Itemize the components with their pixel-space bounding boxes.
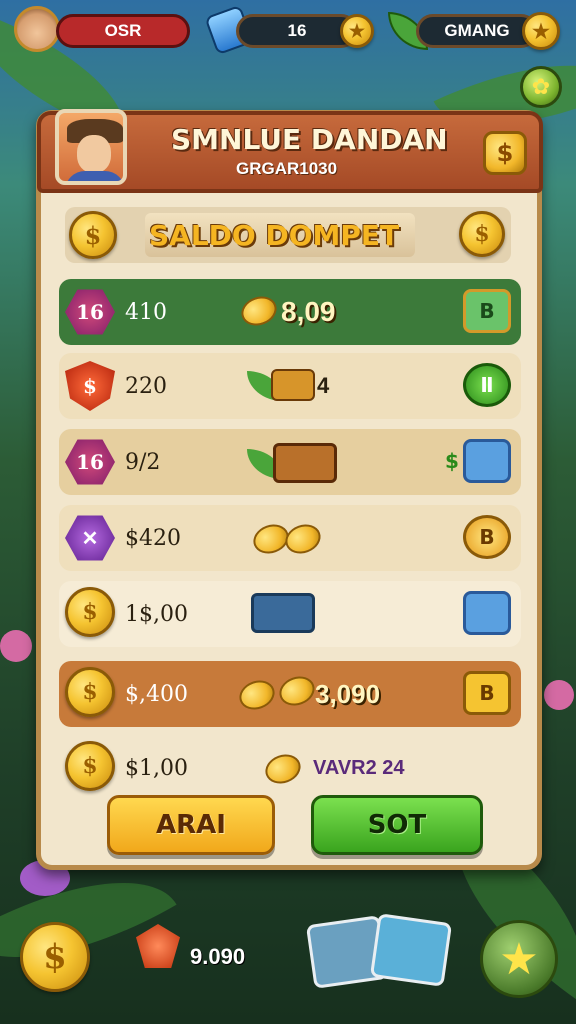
row-icon-label: B (479, 299, 495, 323)
wallet-row[interactable]: $ $,400 3,090 B (59, 661, 521, 727)
row-amount: $1,00 (125, 755, 188, 781)
coin-icon (261, 749, 305, 789)
profile-picture[interactable] (55, 109, 127, 185)
row-amount: 9/2 (125, 449, 161, 475)
purple-hex-badge: 16 (65, 289, 115, 335)
blue-chest-icon (251, 593, 315, 633)
panel-header: SMNLUE DANDAN GRGAR1030 $ (37, 109, 543, 193)
face-graphic (77, 135, 111, 173)
treasure-chest-icon (273, 443, 337, 483)
dollar-badge-label: $ (496, 139, 514, 167)
row-icon-label: B (479, 681, 495, 705)
coin-icon (237, 291, 281, 331)
row-icon-label: Ⅱ (480, 373, 494, 397)
ticket-card-icon[interactable] (369, 913, 453, 987)
badge-label: $ (82, 753, 98, 779)
currency-label: GMANG (444, 21, 510, 40)
gems-value: 16 (287, 21, 307, 40)
badge-label: $ (83, 374, 97, 398)
coin-icon: $ (65, 587, 115, 637)
panel-subtitle: GRGAR1030 (236, 159, 338, 178)
coin-icon: $ (65, 741, 115, 791)
favorite-star-button[interactable]: ★ (480, 920, 558, 998)
add-gems-button[interactable]: ★ (340, 14, 374, 48)
row-reward: VAVR2 24 (313, 756, 405, 779)
coin-icon (275, 671, 319, 711)
wallet-row[interactable]: $ 1$,00 (59, 581, 521, 647)
heart-gem-icon (136, 924, 180, 968)
row-reward: 4 (317, 373, 330, 398)
wallet-row[interactable]: $ 220 4 Ⅱ (59, 353, 521, 419)
envelope-icon[interactable] (463, 439, 511, 483)
arai-button[interactable]: ARAI (107, 795, 275, 855)
wallet-panel: SMNLUE DANDAN GRGAR1030 $ $ SALDO DOMPET… (36, 109, 543, 870)
badge-label: ✕ (81, 526, 99, 550)
badge-label: $ (82, 599, 98, 625)
wallet-row[interactable]: 16 410 8,09 B (59, 279, 521, 345)
row-reward: 8,09 (281, 296, 336, 327)
shirt-graphic (65, 171, 123, 181)
row-reward: 3,090 (315, 678, 381, 709)
panel-title: SMNLUE DANDAN (171, 123, 448, 156)
wallet-row[interactable]: $ $1,00 VAVR2 24 (59, 735, 521, 801)
row-amount: $,400 (125, 681, 188, 707)
settings-star-button[interactable]: ✿ (520, 66, 562, 108)
row-amount: 410 (125, 299, 167, 325)
player-name: OSR (104, 21, 142, 40)
dollar-badge-button[interactable]: $ (483, 131, 527, 175)
currency-counter: GMANG (416, 14, 538, 48)
envelope-icon[interactable] (463, 591, 511, 635)
purple-star-badge: ✕ (65, 515, 115, 561)
coin-icon: $ (65, 667, 115, 717)
row-amount: 220 (125, 373, 167, 399)
coin-icon (235, 675, 279, 715)
badge-label: $ (82, 679, 98, 705)
row-amount: 1$,00 (125, 601, 188, 627)
wallet-coin-icon: $ (459, 211, 505, 257)
coin-icon: $ (69, 211, 117, 259)
row-amount: $420 (125, 525, 181, 551)
gold-b-coin-button[interactable]: B (463, 515, 511, 559)
pink-flower (0, 630, 32, 662)
wallet-row[interactable]: 16 9/2 $ (59, 429, 521, 495)
wallet-banner: $ SALDO DOMPET $ (65, 207, 511, 263)
add-currency-button[interactable]: ★ (522, 12, 560, 50)
red-shield-badge: $ (65, 361, 115, 411)
sot-button-label: SOT (367, 810, 427, 840)
gold-box-icon[interactable]: B (463, 671, 511, 715)
purple-hex-badge: 16 (65, 439, 115, 485)
badge-label: 16 (76, 450, 104, 474)
wallet-label: SALDO DOMPET (145, 213, 415, 257)
arai-button-label: ARAI (156, 810, 226, 840)
pink-flower (544, 680, 574, 710)
big-coin-button[interactable]: $ (20, 922, 90, 992)
badge-label: 16 (76, 300, 104, 324)
row-icon-label: B (479, 525, 495, 549)
bottom-value: 9.090 (190, 944, 246, 969)
gold-bars-icon (271, 369, 315, 401)
big-coin-symbol: $ (43, 937, 67, 977)
sot-button[interactable]: SOT (311, 795, 483, 855)
dollar-sign: $ (445, 449, 459, 473)
wallet-row[interactable]: ✕ $420 B (59, 505, 521, 571)
wallet-coin-symbol: $ (474, 221, 490, 247)
player-avatar[interactable] (14, 6, 60, 52)
coin-icon (281, 519, 325, 559)
green-circle-button[interactable]: Ⅱ (463, 363, 511, 407)
green-box-icon[interactable]: B (463, 289, 511, 333)
player-name-pill: OSR (56, 14, 190, 48)
